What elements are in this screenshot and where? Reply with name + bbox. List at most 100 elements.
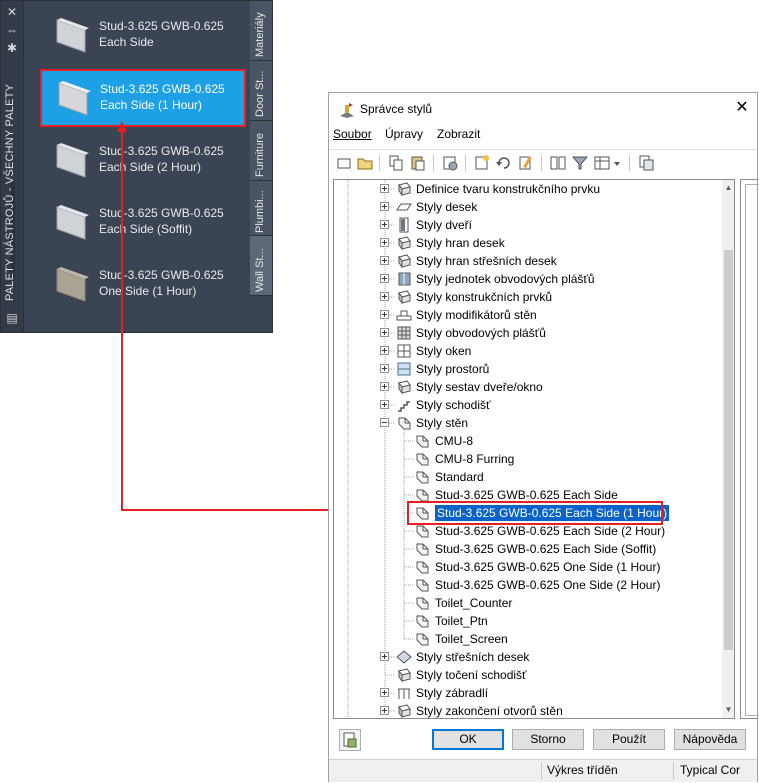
tree-item-wall-style[interactable]: Stud-3.625 GWB-0.625 Each Side (Soffit) [334, 540, 721, 558]
menu-zobrazit[interactable]: Zobrazit [437, 127, 480, 141]
expand-icon[interactable] [380, 238, 389, 247]
new-style-icon[interactable] [473, 154, 491, 172]
tree-node-category[interactable]: Styly hran střešních desek [334, 252, 721, 270]
tree-item-label: Styly oken [416, 344, 472, 358]
tree-node-category[interactable]: Styly stěn [334, 414, 721, 432]
tree-node-category[interactable]: Styly zakončení otvorů stěn [334, 702, 721, 718]
ok-button[interactable]: OK [432, 729, 504, 750]
expand-icon[interactable] [380, 256, 389, 265]
expand-icon[interactable] [380, 364, 389, 373]
tool-item-selected[interactable]: Stud-3.625 GWB-0.625 Each Side (1 Hour) [40, 69, 246, 127]
auto-hide-icon[interactable]: ⇔ [5, 23, 19, 37]
open-drawing-icon[interactable] [356, 154, 374, 172]
tree-item-wall-style[interactable]: Toilet_Counter [334, 594, 721, 612]
help-button[interactable]: Nápověda [674, 729, 746, 750]
tool-item[interactable]: Stud-3.625 GWB-0.625 Each Side [39, 6, 245, 64]
tool-item[interactable]: Stud-3.625 GWB-0.625 Each Side (2 Hour) [39, 131, 245, 189]
expand-icon[interactable] [380, 652, 389, 661]
tab-materials[interactable]: Materiály [250, 1, 272, 61]
style-manager-app-icon [340, 103, 354, 118]
close-icon[interactable]: ✕ [5, 5, 19, 19]
tree-scrollbar[interactable]: ▲ ▼ [722, 180, 734, 718]
tree-item-wall-style[interactable]: Standard [334, 468, 721, 486]
close-button[interactable]: ✕ [727, 93, 757, 123]
expand-icon[interactable] [380, 382, 389, 391]
palette-title-text: PALETY NÁSTROJŮ - VŠECHNY PALETY [4, 83, 16, 301]
tree-node-category[interactable]: Styly modifikátorů stěn [334, 306, 721, 324]
menu-upravy[interactable]: Úpravy [385, 127, 423, 141]
collapse-icon[interactable] [380, 418, 389, 427]
tree-item-label: Definice tvaru konstrukčního prvku [416, 182, 601, 196]
tree-item-label: Styly střešních desek [416, 650, 530, 664]
tool-label: Stud-3.625 GWB-0.625 Each Side (2 Hour) [99, 144, 224, 174]
tree-node-category[interactable]: Definice tvaru konstrukčního prvku [334, 180, 721, 198]
roof-slab-edge-icon [396, 253, 412, 269]
palette-title: PALETY NÁSTROJŮ - VŠECHNY PALETY [4, 84, 20, 506]
drawing-preview-icon[interactable] [339, 729, 361, 751]
tree-item-label: Toilet_Ptn [435, 614, 488, 628]
tree-node-category[interactable]: Styly obvodových plášťů [334, 324, 721, 342]
tree-item-label: Styly sestav dveře/okno [416, 380, 543, 394]
expand-icon[interactable] [380, 292, 389, 301]
wall-tool-icon [56, 267, 89, 302]
filter-icon[interactable] [571, 154, 589, 172]
scrollbar-thumb[interactable] [724, 250, 733, 650]
tree-node-category[interactable]: Styly oken [334, 342, 721, 360]
tree-node-category[interactable]: Styly konstrukčních prvků [334, 288, 721, 306]
window-title: Správce stylů [360, 102, 433, 116]
tab-plumbing[interactable]: Plumbi... [250, 181, 272, 236]
properties-icon[interactable]: ✱ [5, 41, 19, 55]
set-from-icon[interactable] [495, 154, 513, 172]
tool-label: Stud-3.625 GWB-0.625 One Side (1 Hour) [99, 268, 224, 298]
tree-item-wall-style[interactable]: Stud-3.625 GWB-0.625 Each Side (2 Hour) [334, 522, 721, 540]
tree-node-category[interactable]: Styly prostorů [334, 360, 721, 378]
scroll-down-icon[interactable]: ▼ [722, 702, 734, 718]
tab-wall-styles[interactable]: Wall St... [250, 236, 272, 296]
expand-icon[interactable] [380, 400, 389, 409]
tab-furniture[interactable]: Furniture [250, 121, 272, 181]
expand-icon[interactable] [380, 184, 389, 193]
expand-icon[interactable] [380, 706, 389, 715]
tool-item[interactable]: Stud-3.625 GWB-0.625 One Side (1 Hour) [39, 255, 245, 313]
new-drawing-icon[interactable] [335, 154, 353, 172]
tree-item-wall-style[interactable]: Stud-3.625 GWB-0.625 One Side (2 Hour) [334, 576, 721, 594]
expand-icon[interactable] [380, 274, 389, 283]
expand-icon[interactable] [380, 346, 389, 355]
tree-node-category[interactable]: Styly sestav dveře/okno [334, 378, 721, 396]
compare-icon[interactable] [549, 154, 567, 172]
apply-button[interactable]: Použít [593, 729, 665, 750]
tree-node-category[interactable]: Styly schodišť [334, 396, 721, 414]
cancel-button[interactable]: Storno [512, 729, 584, 750]
expand-icon[interactable] [380, 688, 389, 697]
tree-node-category[interactable]: Styly zábradlí [334, 684, 721, 702]
scroll-up-icon[interactable]: ▲ [722, 180, 734, 196]
tool-item[interactable]: Stud-3.625 GWB-0.625 Each Side (Soffit) [39, 193, 245, 251]
status-current: Typical Cor [680, 763, 741, 777]
copy-icon[interactable] [387, 154, 405, 172]
expand-icon[interactable] [380, 220, 389, 229]
tree-node-category[interactable]: Styly střešních desek [334, 648, 721, 666]
tree-item-label: Stud-3.625 GWB-0.625 One Side (1 Hour) [435, 560, 661, 574]
expand-icon[interactable] [380, 328, 389, 337]
purge-styles-icon[interactable] [441, 154, 459, 172]
menu-soubor[interactable]: Soubor [333, 127, 372, 141]
tree-node-category[interactable]: Styly hran desek [334, 234, 721, 252]
view-options-icon[interactable] [593, 154, 623, 172]
palette-menu-icon[interactable]: ▤ [5, 311, 19, 325]
tree-item-wall-style[interactable]: Toilet_Screen [334, 630, 721, 648]
edit-style-icon[interactable] [517, 154, 535, 172]
tree-node-category[interactable]: Styly jednotek obvodových plášťů [334, 270, 721, 288]
toggle-view-icon[interactable] [637, 154, 655, 172]
expand-icon[interactable] [380, 202, 389, 211]
tree-node-category[interactable]: Styly desek [334, 198, 721, 216]
tab-door-styles[interactable]: Door St... [250, 61, 272, 121]
paste-icon[interactable] [409, 154, 427, 172]
tree-item-wall-style[interactable]: Toilet_Ptn [334, 612, 721, 630]
tree-node-category[interactable]: Styly dveří [334, 216, 721, 234]
tree-item-wall-style[interactable]: CMU-8 Furring [334, 450, 721, 468]
stair-icon [396, 397, 412, 413]
tree-node-category[interactable]: Styly točení schodišť [334, 666, 721, 684]
tree-item-wall-style[interactable]: Stud-3.625 GWB-0.625 One Side (1 Hour) [334, 558, 721, 576]
tree-item-wall-style[interactable]: CMU-8 [334, 432, 721, 450]
expand-icon[interactable] [380, 310, 389, 319]
